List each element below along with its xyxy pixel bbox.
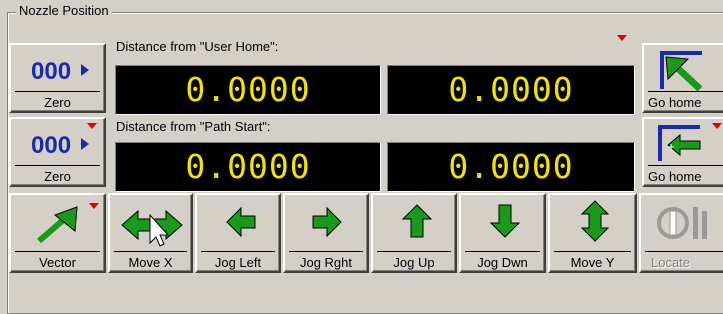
svg-text:+: + [667, 142, 675, 153]
divider [645, 251, 723, 252]
move-x-label: Move X [128, 255, 173, 270]
jog-up-button[interactable]: Jog Up [371, 193, 457, 273]
jog-up-label: Jog Up [393, 255, 435, 270]
jog-down-label: Jog Dwn [477, 255, 528, 270]
divider [648, 165, 723, 166]
svg-text:000: 000 [31, 58, 71, 85]
red-marker-icon [617, 35, 627, 41]
arrow-up-icon [401, 204, 433, 238]
zero-path-start-button[interactable]: 000 Zero [9, 117, 106, 187]
divider [15, 251, 100, 252]
go-home-label: Go home [648, 95, 702, 110]
counter-zero-icon: 000 [31, 58, 89, 85]
divider [377, 251, 451, 252]
locate-icon [657, 207, 707, 239]
jog-left-button[interactable]: Jog Left [195, 193, 281, 273]
go-home-path-icon: + [658, 123, 722, 161]
divider [114, 251, 187, 252]
vector-label: Vector [39, 255, 76, 270]
svg-text:000: 000 [31, 132, 71, 159]
move-y-label: Move Y [570, 255, 615, 270]
user-home-label: Distance from "User Home": [116, 39, 279, 54]
go-home-path-button[interactable]: + Go home [642, 117, 723, 187]
divider [648, 91, 723, 92]
divider [289, 251, 363, 252]
locate-label: Locate [651, 255, 691, 270]
zero-user-home-button[interactable]: 000 Zero [9, 43, 106, 113]
locate-button[interactable]: Locate [639, 193, 723, 273]
path-start-x-display: 0.0000 [115, 142, 381, 192]
go-home-label: Go home [648, 169, 702, 184]
move-y-button[interactable]: Move Y [548, 193, 637, 273]
go-home-user-button[interactable]: Go home [642, 43, 723, 113]
divider [15, 165, 100, 166]
user-home-y-display: 0.0000 [387, 65, 635, 115]
zero-label: Zero [44, 169, 71, 184]
group-title: Nozzle Position [16, 3, 112, 18]
move-y-arrows-icon [580, 200, 610, 242]
jog-down-button[interactable]: Jog Dwn [459, 193, 546, 273]
jog-left-label: Jog Left [214, 255, 262, 270]
counter-zero-icon: 000 [31, 123, 97, 159]
path-start-label: Distance from "Path Start": [116, 119, 271, 134]
vector-button[interactable]: Vector [9, 193, 106, 273]
arrow-down-icon [489, 204, 521, 238]
jog-right-button[interactable]: Jog Rght [283, 193, 369, 273]
divider [554, 251, 631, 252]
move-x-arrows-icon [121, 209, 183, 247]
arrow-left-icon [226, 206, 256, 238]
move-x-button[interactable]: Move X [108, 193, 193, 273]
zero-label: Zero [44, 95, 71, 110]
jog-right-label: Jog Rght [299, 255, 353, 270]
vector-arrow-icon [37, 203, 99, 244]
user-home-x-display: 0.0000 [115, 65, 381, 115]
divider [201, 251, 275, 252]
arrow-right-icon [312, 206, 342, 238]
divider [15, 91, 100, 92]
path-start-y-display: 0.0000 [387, 142, 635, 192]
go-home-arrow-icon [660, 51, 703, 92]
divider [465, 251, 540, 252]
